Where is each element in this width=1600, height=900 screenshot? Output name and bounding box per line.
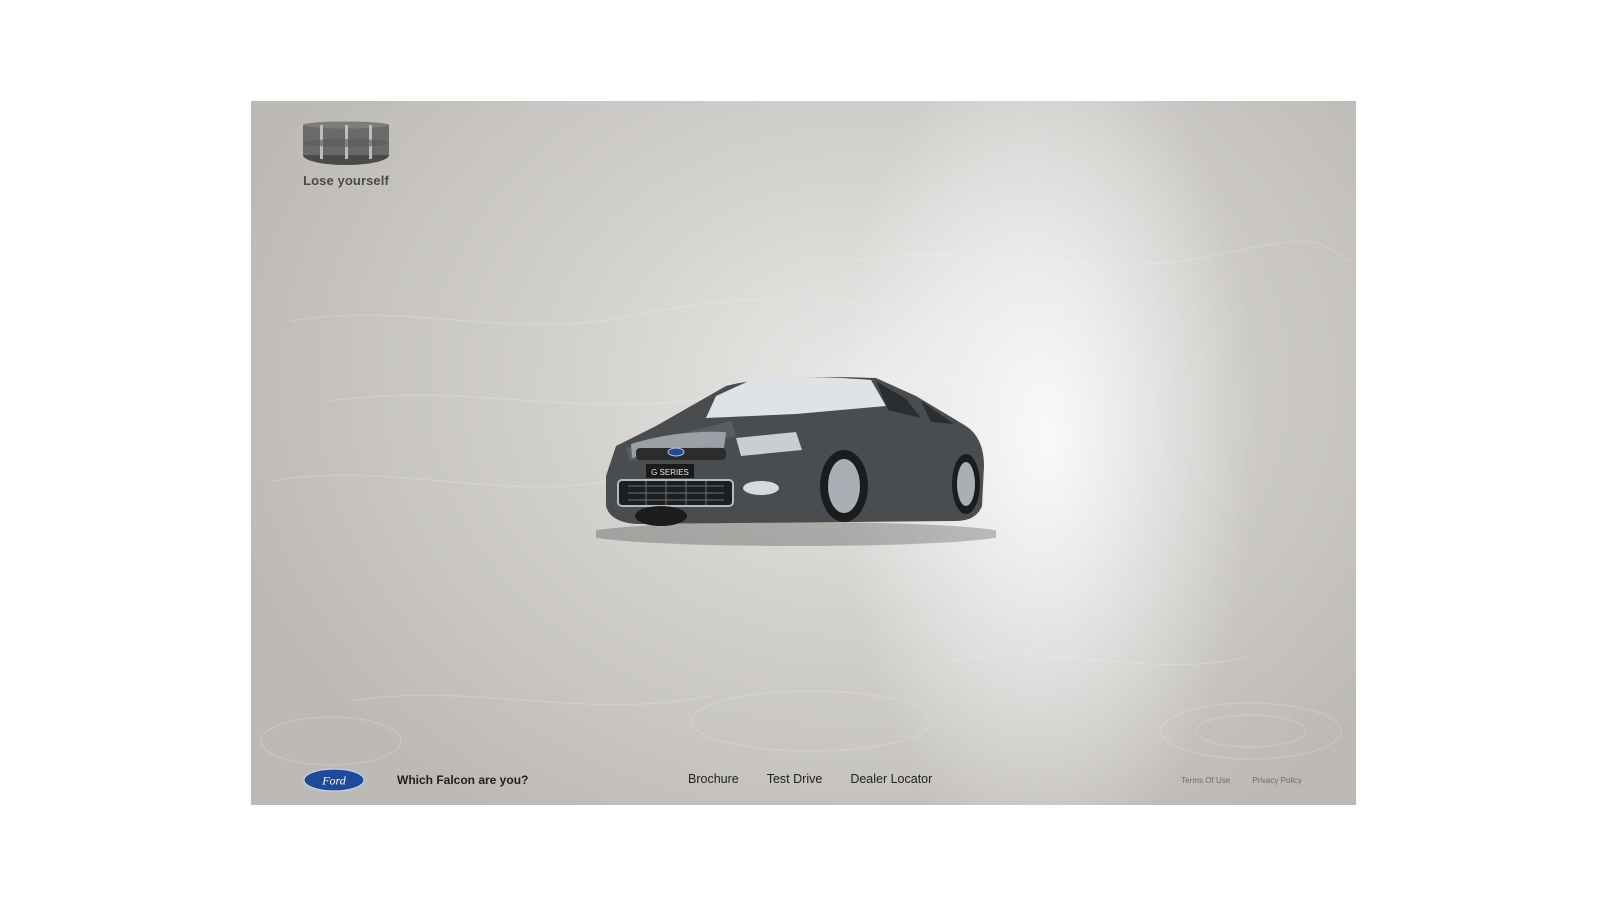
- brochure-link[interactable]: Brochure: [688, 772, 739, 786]
- falcon-car-image: G SERIES: [596, 377, 996, 546]
- falcon-logo[interactable]: Lose yourself: [301, 121, 391, 188]
- which-falcon-link[interactable]: Which Falcon are you?: [397, 773, 528, 787]
- test-drive-link[interactable]: Test Drive: [767, 772, 823, 786]
- svg-text:Ford: Ford: [321, 774, 347, 788]
- falcon-ring-logo-icon: [303, 121, 389, 165]
- brand-tagline: Lose yourself: [303, 173, 389, 188]
- footer-nav: Brochure Test Drive Dealer Locator: [688, 772, 960, 786]
- license-plate: G SERIES: [651, 468, 689, 477]
- terms-of-use-link[interactable]: Terms Of Use: [1181, 776, 1230, 785]
- dealer-locator-link[interactable]: Dealer Locator: [850, 772, 932, 786]
- hero-stage: Lose yourself G SERIES Ford Which Falcon: [251, 101, 1356, 805]
- legal-links: Terms Of Use Privacy Policy: [1159, 776, 1302, 785]
- footer-bar: Ford Which Falcon are you? Brochure Test…: [251, 757, 1356, 805]
- ford-logo-icon[interactable]: Ford: [303, 768, 365, 792]
- privacy-policy-link[interactable]: Privacy Policy: [1252, 776, 1302, 785]
